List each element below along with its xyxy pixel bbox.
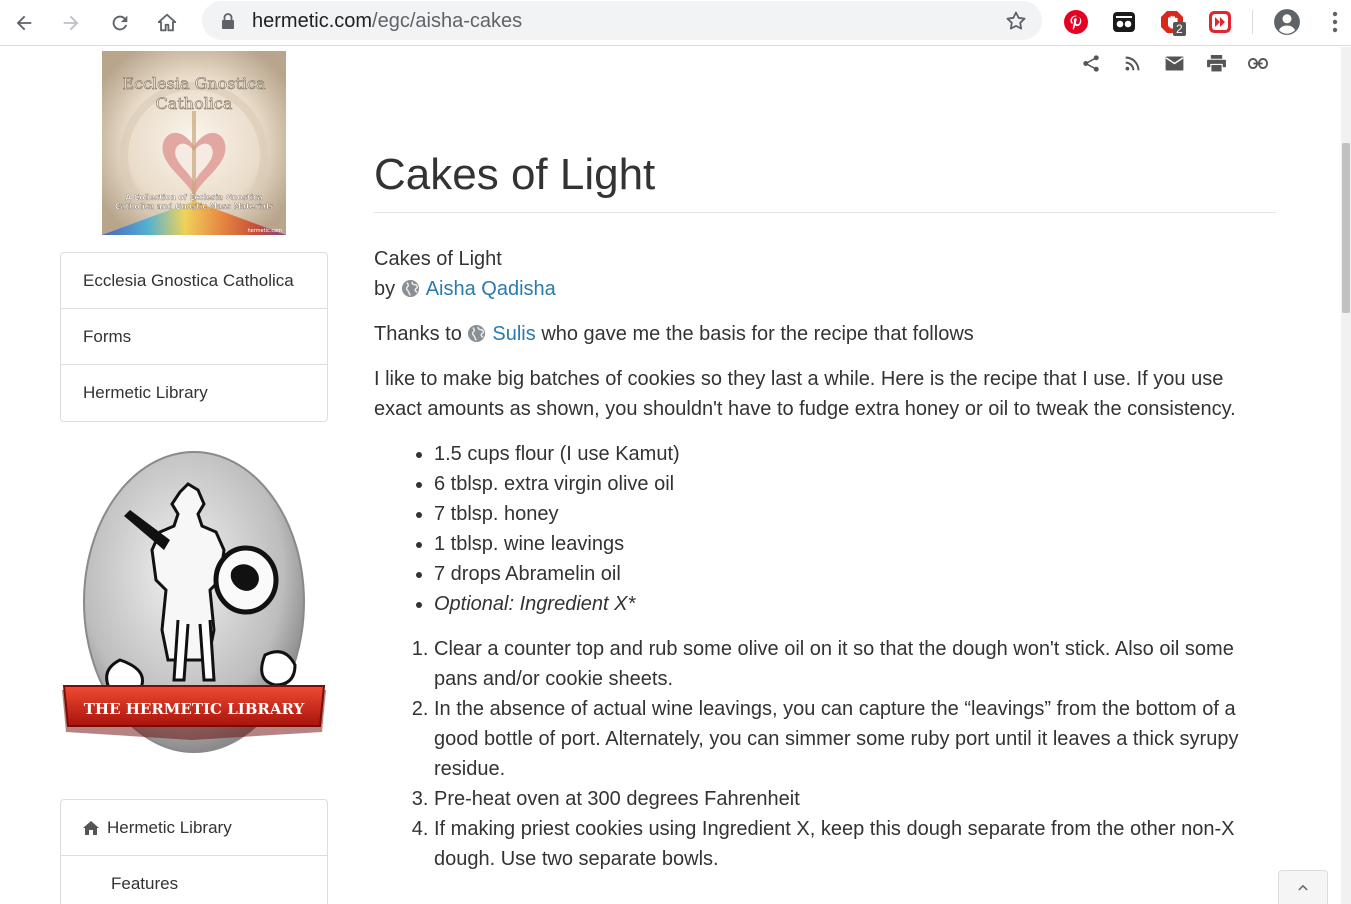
- bookmark-star-icon[interactable]: [1004, 9, 1028, 33]
- url-path: /egc/aisha-cakes: [372, 10, 523, 32]
- site-nav-label: Features: [111, 874, 179, 893]
- ingredient-item: 7 tblsp. honey: [434, 499, 1276, 529]
- hermetic-library-logo[interactable]: THE HERMETIC LIBRARY: [60, 450, 328, 755]
- egc-logo-title-1: Ecclesia Gnostica: [122, 74, 266, 93]
- site-nav: Hermetic Library Features: [60, 799, 328, 904]
- ingredient-item-optional: Optional: Ingredient X*: [434, 589, 1276, 619]
- globe-icon: [401, 279, 419, 298]
- ingredient-item: 6 tblsp. extra virgin olive oil: [434, 469, 1276, 499]
- back-to-top-button[interactable]: [1278, 870, 1328, 904]
- extension-badge: 2: [1173, 22, 1186, 36]
- intro-paragraph: I like to make big batches of cookies so…: [374, 368, 1236, 420]
- ingredient-item: 1.5 cups flour (I use Kamut): [434, 439, 1276, 469]
- chevron-up-icon: [1298, 884, 1308, 891]
- reload-icon[interactable]: [104, 7, 136, 39]
- article-body: Cakes of Light by Aisha Qadisha Thanks t…: [374, 244, 1276, 889]
- ingredient-item: 7 drops Abramelin oil: [434, 559, 1276, 589]
- adblock-icon[interactable]: 2: [1155, 5, 1189, 39]
- steps-list: Clear a counter top and rub some olive o…: [434, 634, 1276, 874]
- sidebar-item-label: Hermetic Library: [83, 383, 208, 402]
- site-nav-features[interactable]: Features: [61, 856, 327, 904]
- home-icon[interactable]: [151, 7, 183, 39]
- step-item: In the absence of actual wine leavings, …: [434, 694, 1276, 784]
- site-nav-home[interactable]: Hermetic Library: [61, 800, 327, 856]
- optional-ingredient: Optional: Ingredient X*: [434, 593, 636, 615]
- pinterest-icon[interactable]: [1059, 5, 1093, 39]
- forward-icon[interactable]: [55, 7, 87, 39]
- author-link[interactable]: Aisha Qadisha: [426, 278, 556, 300]
- ingredients-list: 1.5 cups flour (I use Kamut) 6 tblsp. ex…: [434, 439, 1276, 619]
- sidebar-item-label: Ecclesia Gnostica Catholica: [83, 270, 294, 290]
- url-host: hermetic.com: [252, 10, 373, 32]
- thanks-paragraph: Thanks to Sulis who gave me the basis fo…: [374, 319, 1276, 349]
- site-nav-label: Hermetic Library: [107, 817, 232, 837]
- by-label: by: [374, 278, 396, 300]
- sidebar-item-label: Forms: [83, 326, 132, 346]
- share-icon[interactable]: [1080, 52, 1102, 74]
- sidebar-nav: Ecclesia Gnostica Catholica Forms Hermet…: [60, 252, 328, 422]
- sidebar-item-forms[interactable]: Forms: [61, 309, 327, 365]
- toolbar-separator: [1252, 10, 1253, 34]
- browser-toolbar: hermetic.com/egc/aisha-cakes 2: [0, 0, 1351, 46]
- article-subtitle: Cakes of Light: [374, 248, 502, 270]
- url-text: hermetic.com/egc/aisha-cakes: [252, 9, 522, 33]
- egc-logo-caption-1: A Collection of Ecclesia Gnostica: [125, 193, 262, 202]
- sulis-link[interactable]: Sulis: [492, 323, 535, 345]
- egc-logo-credit: hermetic.com: [247, 228, 282, 234]
- step-item: Pre-heat oven at 300 degrees Fahrenheit: [434, 784, 1276, 814]
- email-icon[interactable]: [1163, 52, 1185, 74]
- title-divider: [374, 212, 1276, 213]
- rss-icon[interactable]: [1121, 52, 1143, 74]
- scrollbar-thumb[interactable]: [1342, 143, 1350, 313]
- profile-avatar-icon[interactable]: [1270, 5, 1304, 39]
- sidebar-item-hermetic-library[interactable]: Hermetic Library: [61, 365, 327, 421]
- reader-extension-icon[interactable]: [1107, 5, 1141, 39]
- step-item: If making priest cookies using Ingredien…: [434, 814, 1276, 874]
- page-title: Cakes of Light: [374, 150, 656, 199]
- print-icon[interactable]: [1205, 52, 1227, 74]
- thanks-suffix: who gave me the basis for the recipe tha…: [541, 323, 974, 345]
- library-banner-text: THE HERMETIC LIBRARY: [84, 700, 305, 718]
- link-icon[interactable]: [1247, 52, 1269, 74]
- egc-logo-caption-2: Catholica and Gnostic Mass Materials: [115, 202, 274, 211]
- step-item: Clear a counter top and rub some olive o…: [434, 634, 1276, 694]
- globe-icon: [468, 324, 486, 343]
- thanks-prefix: Thanks to: [374, 323, 462, 345]
- back-icon[interactable]: [8, 7, 40, 39]
- media-extension-icon[interactable]: [1203, 5, 1237, 39]
- ingredient-item: 1 tblsp. wine leavings: [434, 529, 1276, 559]
- address-bar[interactable]: hermetic.com/egc/aisha-cakes: [202, 1, 1042, 40]
- article-byline: Cakes of Light by Aisha Qadisha: [374, 244, 1276, 304]
- sidebar-item-egc[interactable]: Ecclesia Gnostica Catholica: [61, 253, 327, 309]
- browser-menu-icon[interactable]: [1318, 5, 1351, 39]
- home-icon: [83, 820, 99, 835]
- egc-logo-title-2: Catholica: [156, 94, 233, 113]
- lock-icon: [222, 13, 234, 29]
- egc-logo[interactable]: Ecclesia Gnostica Catholica A Collection…: [102, 51, 286, 235]
